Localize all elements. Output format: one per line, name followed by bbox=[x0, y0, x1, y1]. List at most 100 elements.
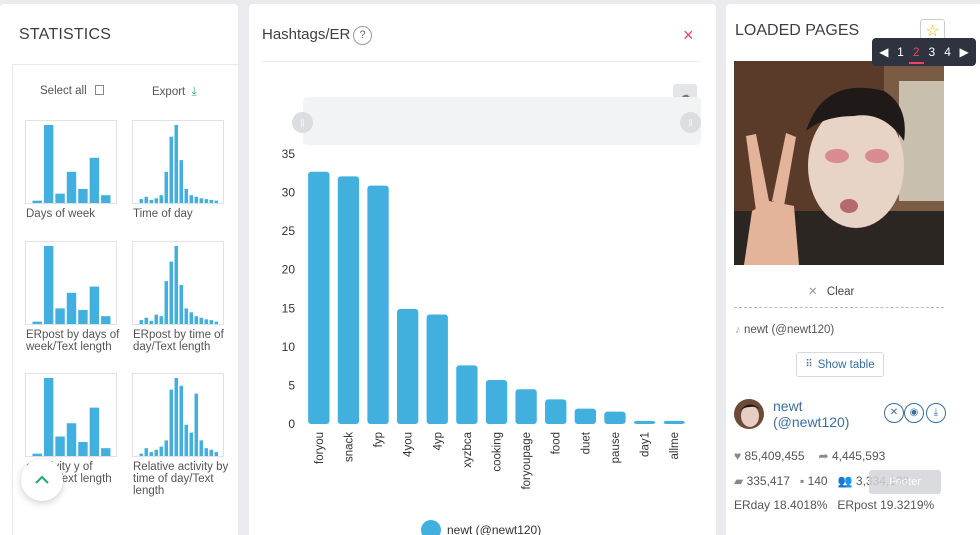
x-tick-label: day1 bbox=[640, 432, 652, 457]
page-4-button[interactable]: 4 bbox=[944, 45, 951, 59]
thumbnail-bar bbox=[89, 407, 100, 456]
page-user-link[interactable]: ♪ newt (@newt120) bbox=[735, 324, 834, 336]
comments-value: 335,417 bbox=[746, 474, 790, 488]
video-thumbnail[interactable] bbox=[734, 61, 944, 265]
download-icon: ⤓ bbox=[191, 84, 197, 98]
thumbnail-bar bbox=[139, 199, 143, 203]
chart-legend[interactable]: newt (@newt120) bbox=[421, 520, 541, 535]
bar-day1 bbox=[633, 420, 656, 424]
thumbnail-bar bbox=[159, 446, 163, 456]
view-button[interactable]: ◉ bbox=[904, 403, 924, 423]
x-tick-label: 4yp bbox=[432, 432, 444, 451]
page-3-button[interactable]: 3 bbox=[929, 45, 936, 59]
x-tick-label: snack bbox=[343, 432, 355, 462]
bar-allme bbox=[663, 420, 685, 424]
thumbnail-bar bbox=[55, 436, 65, 456]
y-tick-label: 15 bbox=[282, 301, 296, 315]
profile-name-link[interactable]: newt (@newt120) bbox=[773, 398, 873, 430]
thumbnail-bar bbox=[144, 317, 148, 324]
page-2-button[interactable]: 2 bbox=[908, 45, 924, 64]
clear-button[interactable]: ✕ Clear bbox=[808, 284, 854, 298]
shares-value: 4,445,593 bbox=[831, 449, 886, 463]
thumbnail-bar bbox=[179, 285, 183, 324]
thumbnail-bar bbox=[164, 440, 168, 456]
thumbnail-bar bbox=[55, 193, 65, 203]
thumbnail-bar bbox=[194, 393, 198, 456]
thumbnail-chart[interactable] bbox=[132, 373, 224, 457]
thumbnail-bar bbox=[66, 423, 77, 456]
thumbnail-chart[interactable] bbox=[25, 120, 117, 204]
thumbnail-bar bbox=[154, 449, 158, 456]
thumbnail-bar bbox=[159, 316, 163, 324]
thumbnail-chart[interactable] bbox=[25, 241, 117, 325]
thumbnail-bar bbox=[144, 448, 148, 456]
hashtags-chart-panel: Hashtags/ER ? × ☁ || || 0 5 10 15 20 25 30 35 fo… bbox=[249, 4, 716, 535]
shares-stat: ➦ 4,445,593 bbox=[819, 449, 886, 463]
y-tick-label: 25 bbox=[282, 224, 296, 238]
loaded-pages-title: LOADED PAGES bbox=[735, 22, 860, 39]
thumbnail-bar bbox=[189, 432, 193, 456]
users-icon: 👥 bbox=[837, 474, 853, 488]
likes-stat: ♥ 85,409,455 bbox=[734, 449, 805, 463]
scroll-up-button[interactable] bbox=[21, 459, 63, 501]
footer-button[interactable]: Footer bbox=[869, 470, 941, 494]
grid-icon: ⠿ bbox=[805, 359, 813, 370]
export-label: Export bbox=[152, 86, 186, 98]
show-table-button[interactable]: ⠿ Show table bbox=[796, 352, 884, 377]
thumbnail-bar bbox=[43, 378, 54, 456]
thumbnail-bar bbox=[209, 199, 213, 203]
thumbnail-bar bbox=[204, 319, 208, 324]
erpost-stat: ERpost 19.3219% bbox=[837, 498, 934, 512]
thumbnail-bar bbox=[169, 136, 173, 203]
thumbnail-chart[interactable] bbox=[132, 241, 224, 325]
y-tick-label: 0 bbox=[288, 417, 295, 431]
bar-food bbox=[545, 399, 567, 424]
bar-foryou bbox=[308, 171, 330, 424]
download-icon: ⤓ bbox=[933, 407, 939, 418]
bar-fyp bbox=[367, 185, 389, 424]
thumbnail-bar bbox=[149, 199, 153, 203]
thumbnail-bar bbox=[179, 385, 183, 456]
x-tick-label: 4you bbox=[403, 432, 415, 457]
remove-button[interactable]: ✕ bbox=[884, 403, 904, 423]
thumbnail-bar bbox=[139, 453, 143, 456]
thumbnail-bar bbox=[194, 316, 198, 324]
thumbnail-chart[interactable] bbox=[25, 373, 117, 457]
bar-duet bbox=[574, 408, 597, 424]
y-tick-label: 10 bbox=[282, 340, 296, 354]
eye-icon: ◉ bbox=[909, 407, 919, 418]
thumbnail-bar bbox=[214, 321, 218, 324]
thumbnail-bar bbox=[89, 286, 100, 324]
heart-icon: ♥ bbox=[734, 449, 742, 463]
pagination: ◀ 1234 ▶ bbox=[872, 38, 976, 66]
thumbnail-bar bbox=[139, 320, 143, 324]
x-tick-label: xyzbca bbox=[462, 431, 474, 467]
bar-pause bbox=[604, 411, 626, 424]
thumbnail-bar bbox=[32, 200, 42, 203]
thumbnail-bar bbox=[32, 321, 42, 324]
thumbnail-bar bbox=[66, 171, 77, 203]
dashed-divider bbox=[734, 307, 944, 308]
select-all-button[interactable]: Select all bbox=[40, 84, 104, 97]
avatar[interactable] bbox=[734, 399, 764, 429]
next-page-icon[interactable]: ▶ bbox=[959, 45, 968, 59]
stats-row-1: ♥ 85,409,455 ➦ 4,445,593 bbox=[734, 449, 885, 463]
thumbnail-label: Time of day bbox=[133, 208, 193, 220]
x-tick-label: duet bbox=[580, 431, 592, 454]
thumbnail-chart[interactable] bbox=[132, 120, 224, 204]
thumbnail-bar bbox=[164, 171, 168, 203]
thumbnail-bar bbox=[154, 314, 158, 324]
page-1-button[interactable]: 1 bbox=[897, 45, 904, 59]
y-tick-label: 5 bbox=[288, 378, 295, 392]
thumbnail-bar bbox=[169, 389, 173, 456]
posts-value: 140 bbox=[807, 474, 828, 488]
copy-icon bbox=[94, 85, 104, 95]
download-button[interactable]: ⤓ bbox=[926, 403, 946, 423]
export-button[interactable]: Export ⤓ bbox=[152, 84, 197, 99]
prev-page-icon[interactable]: ◀ bbox=[879, 45, 888, 59]
thumbnail-bar bbox=[189, 312, 193, 324]
thumbnail-bar bbox=[101, 195, 111, 203]
bar-4yp bbox=[426, 314, 448, 424]
bar-4you bbox=[396, 309, 419, 424]
x-tick-label: fyp bbox=[373, 432, 385, 447]
